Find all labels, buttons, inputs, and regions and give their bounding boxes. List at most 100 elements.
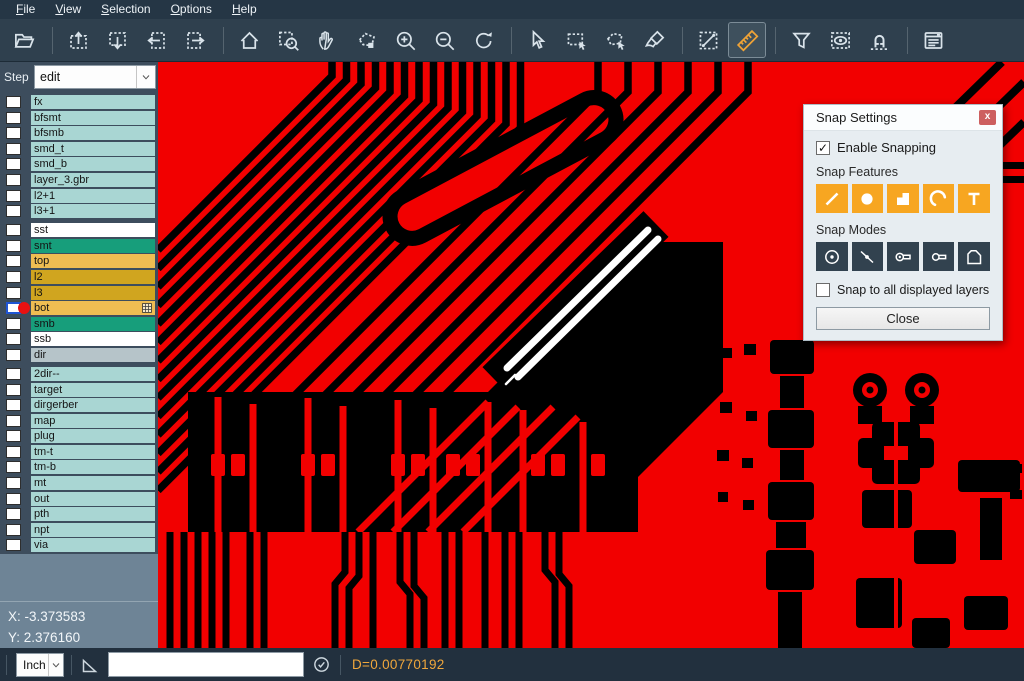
layer-row-smt[interactable]: smt	[0, 239, 158, 253]
layer-checkbox[interactable]	[6, 318, 21, 330]
layer-row-l2+1[interactable]: l2+1	[0, 189, 158, 203]
zoom-out-button[interactable]	[426, 23, 462, 57]
zoom-selection-button[interactable]	[348, 23, 384, 57]
shift-view-down-button[interactable]	[99, 23, 135, 57]
layer-row-plug[interactable]: plug	[0, 429, 158, 443]
layer-row-out[interactable]: out	[0, 492, 158, 506]
layer-label[interactable]: dir	[31, 348, 155, 362]
layer-checkbox[interactable]	[6, 224, 21, 236]
layer-checkbox[interactable]	[6, 477, 21, 489]
layer-label[interactable]: tm-t	[31, 445, 155, 459]
layer-checkbox[interactable]	[6, 333, 21, 345]
layer-checkbox[interactable]	[6, 493, 21, 505]
layer-checkbox[interactable]	[6, 384, 21, 396]
layer-checkbox[interactable]	[6, 524, 21, 536]
layer-label[interactable]: target	[31, 383, 155, 397]
layer-label[interactable]: smd_b	[31, 157, 155, 171]
layer-label[interactable]: bfsmb	[31, 126, 155, 140]
filter-button[interactable]	[783, 23, 819, 57]
layer-label[interactable]: pth	[31, 507, 155, 521]
layer-checkbox[interactable]	[6, 539, 21, 551]
layer-label[interactable]: l2	[31, 270, 155, 284]
zoom-home-button[interactable]	[231, 23, 267, 57]
shift-view-right-button[interactable]	[177, 23, 213, 57]
shift-view-up-button[interactable]	[60, 23, 96, 57]
layer-label[interactable]: plug	[31, 429, 155, 443]
open-button[interactable]	[6, 23, 42, 57]
menu-selection[interactable]: Selection	[91, 0, 160, 19]
layer-label[interactable]: npt	[31, 523, 155, 537]
select-button[interactable]	[519, 23, 555, 57]
zoom-window-button[interactable]	[270, 23, 306, 57]
layer-row-layer_3.gbr[interactable]: layer_3.gbr	[0, 173, 158, 187]
layer-label[interactable]: bot	[31, 301, 155, 315]
menu-help[interactable]: Help	[222, 0, 267, 19]
layer-checkbox[interactable]	[6, 271, 21, 283]
layer-row-map[interactable]: map	[0, 414, 158, 428]
layer-row-tm-b[interactable]: tm-b	[0, 460, 158, 474]
shift-view-left-button[interactable]	[138, 23, 174, 57]
circle-check-icon[interactable]	[312, 655, 331, 674]
layer-row-smb[interactable]: smb	[0, 317, 158, 331]
zoom-in-button[interactable]	[387, 23, 423, 57]
ruler-button[interactable]	[729, 23, 765, 57]
layer-checkbox[interactable]	[6, 240, 21, 252]
layer-label[interactable]: via	[31, 538, 155, 552]
menu-file[interactable]: File	[6, 0, 45, 19]
layer-row-mt[interactable]: mt	[0, 476, 158, 490]
snap-line-button[interactable]	[816, 184, 848, 213]
layer-label[interactable]: mt	[31, 476, 155, 490]
layer-label[interactable]: top	[31, 254, 155, 268]
layer-checkbox[interactable]	[6, 430, 21, 442]
layer-checkbox[interactable]	[6, 461, 21, 473]
snap-all-layers-checkbox[interactable]	[816, 283, 830, 297]
layer-row-fx[interactable]: fx	[0, 95, 158, 109]
layer-row-l3+1[interactable]: l3+1	[0, 204, 158, 218]
angle-corner-icon[interactable]	[80, 655, 100, 675]
layer-label[interactable]: map	[31, 414, 155, 428]
layer-label[interactable]: dirgerber	[31, 398, 155, 412]
layer-row-ssb[interactable]: ssb	[0, 332, 158, 346]
snap-contour-button[interactable]	[958, 242, 990, 271]
layer-checkbox[interactable]	[6, 174, 21, 186]
menu-view[interactable]: View	[45, 0, 91, 19]
layer-row-sst[interactable]: sst	[0, 223, 158, 237]
layer-row-target[interactable]: target	[0, 383, 158, 397]
report-button[interactable]	[915, 23, 951, 57]
layer-row-l3[interactable]: l3	[0, 286, 158, 300]
layer-checkbox[interactable]	[6, 255, 21, 267]
layer-checkbox[interactable]	[6, 415, 21, 427]
pan-button[interactable]	[309, 23, 345, 57]
layer-label[interactable]: ssb	[31, 332, 155, 346]
layer-checkbox[interactable]	[6, 368, 21, 380]
layer-label[interactable]: l3	[31, 286, 155, 300]
layer-checkbox[interactable]	[6, 190, 21, 202]
layer-row-2dir--[interactable]: 2dir--	[0, 367, 158, 381]
layer-label[interactable]: smt	[31, 239, 155, 253]
layer-checkbox[interactable]	[6, 127, 21, 139]
layer-row-pth[interactable]: pth	[0, 507, 158, 521]
layer-checkbox[interactable]	[6, 96, 21, 108]
snap-pad-entry-button[interactable]	[887, 242, 919, 271]
layer-label[interactable]: sst	[31, 223, 155, 237]
layer-row-dirgerber[interactable]: dirgerber	[0, 398, 158, 412]
close-icon[interactable]: x	[979, 110, 996, 125]
layer-label[interactable]: bfsmt	[31, 111, 155, 125]
layer-checkbox[interactable]	[6, 158, 21, 170]
layer-label[interactable]: smb	[31, 317, 155, 331]
snap-midpoint-button[interactable]	[852, 242, 884, 271]
layer-checkbox[interactable]	[6, 349, 21, 361]
step-select[interactable]: edit	[34, 65, 156, 89]
layer-row-bfsmb[interactable]: bfsmb	[0, 126, 158, 140]
measure-button[interactable]	[690, 23, 726, 57]
layer-row-tm-t[interactable]: tm-t	[0, 445, 158, 459]
layer-label[interactable]: layer_3.gbr	[31, 173, 155, 187]
unit-select[interactable]: Inch	[16, 653, 64, 677]
dialog-title-bar[interactable]: Snap Settings x	[804, 105, 1002, 131]
snap-text-button[interactable]	[958, 184, 990, 213]
layer-label[interactable]: smd_t	[31, 142, 155, 156]
layer-label[interactable]: out	[31, 492, 155, 506]
layer-row-top[interactable]: top	[0, 254, 158, 268]
layer-row-dir[interactable]: dir	[0, 348, 158, 362]
layer-row-smd_b[interactable]: smd_b	[0, 157, 158, 171]
